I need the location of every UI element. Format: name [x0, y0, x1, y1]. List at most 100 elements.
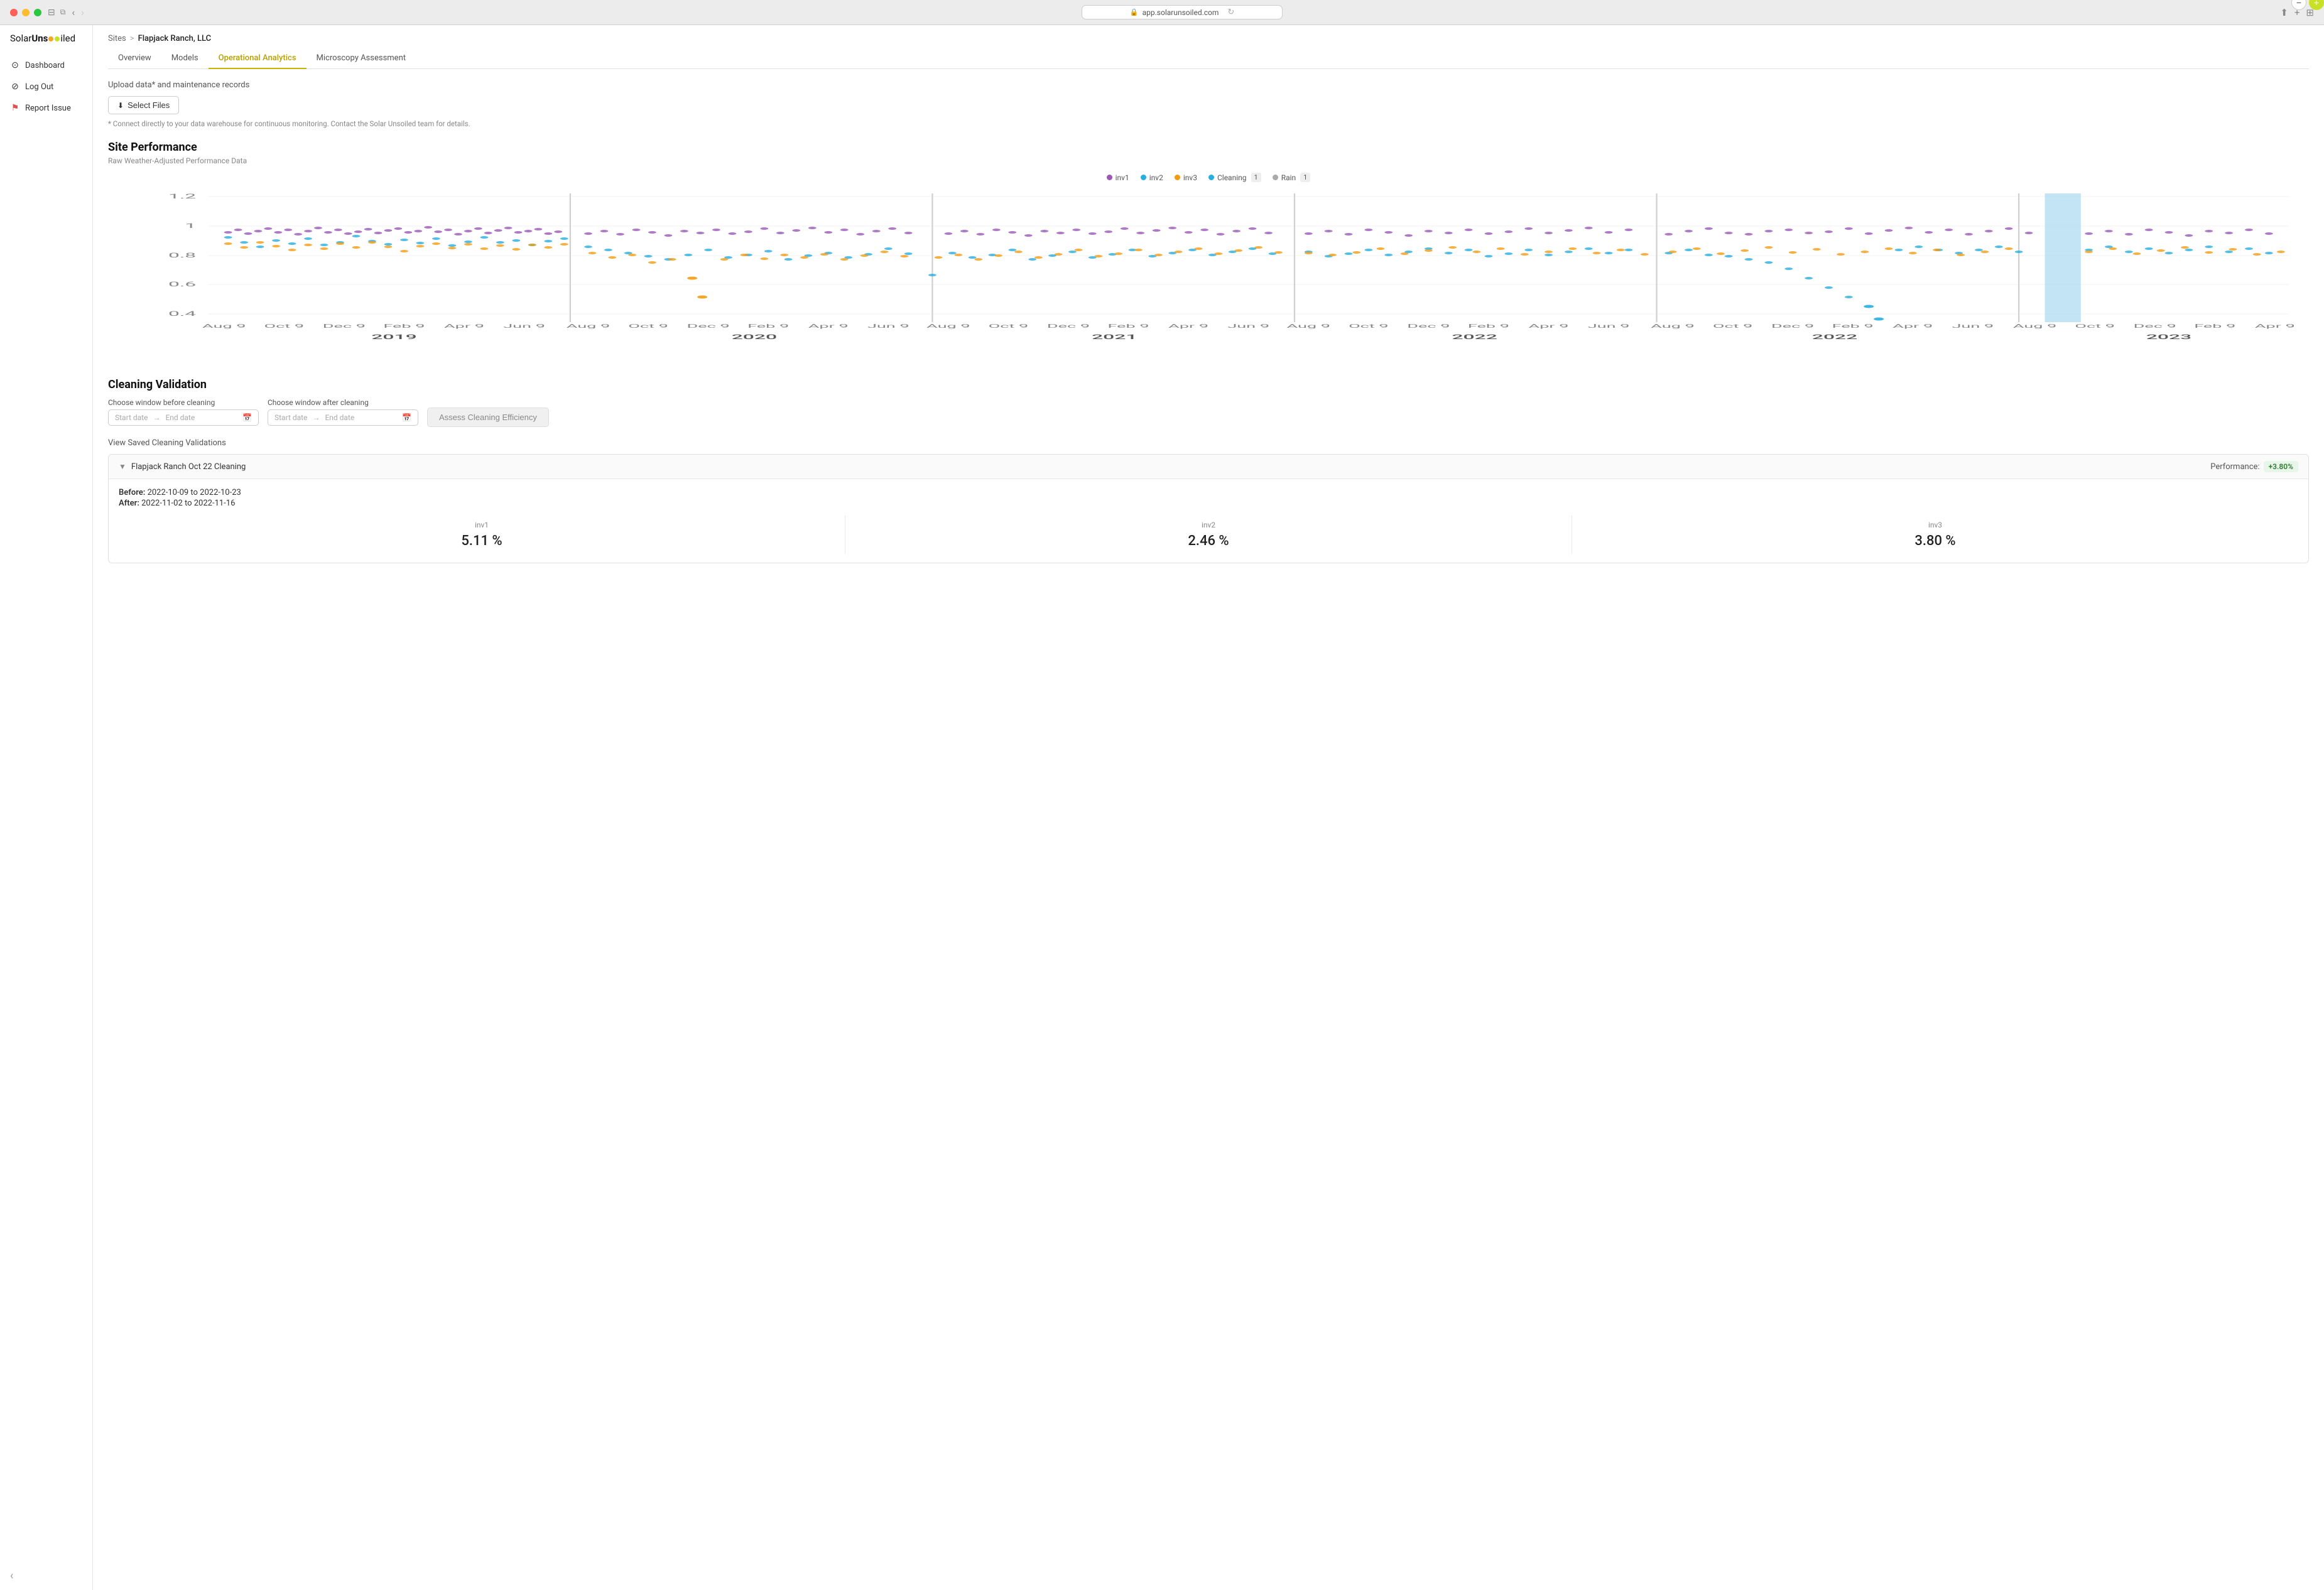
legend-inv3: inv3 — [1175, 173, 1197, 182]
svg-text:Aug 9: Aug 9 — [202, 323, 246, 329]
svg-text:Oct 9: Oct 9 — [628, 323, 668, 329]
maximize-button[interactable] — [34, 9, 41, 16]
before-date-range-row: Before: 2022-10-09 to 2022-10-23 After: … — [119, 488, 2298, 508]
select-files-label: Select Files — [128, 100, 170, 110]
legend-inv1: inv1 — [1107, 173, 1129, 182]
inv2-metric-label: inv2 — [1202, 521, 1215, 529]
svg-text:1: 1 — [185, 222, 196, 230]
reload-icon[interactable]: ↻ — [1227, 8, 1234, 17]
logo: SolarUnsiled — [0, 34, 92, 55]
tab-operational-analytics[interactable]: Operational Analytics — [209, 48, 307, 69]
back-button[interactable]: ‹ — [72, 6, 75, 18]
before-cleaning-group: Choose window before cleaning Start date… — [108, 398, 259, 426]
svg-text:Feb 9: Feb 9 — [2194, 323, 2235, 329]
svg-text:Dec 9: Dec 9 — [2134, 323, 2176, 329]
svg-text:Dec 9: Dec 9 — [1047, 323, 1090, 329]
legend-dot-inv3 — [1175, 175, 1180, 180]
inv-metrics-row: inv1 5.11 % inv2 2.46 % inv3 3.80 % — [119, 516, 2298, 554]
url-container: 🔒 app.solarunsoiled.com ↻ — [90, 5, 2274, 19]
sidebar-collapse-button[interactable]: ‹ — [0, 1562, 92, 1590]
after-calendar-icon[interactable]: 📅 — [402, 413, 411, 422]
svg-text:Apr 9: Apr 9 — [808, 323, 849, 329]
site-performance-section: Site Performance Raw Weather-Adjusted Pe… — [108, 141, 2309, 363]
sidebar-item-dashboard[interactable]: ⊙ Dashboard — [0, 55, 92, 76]
after-date-range-input[interactable]: Start date → End date 📅 — [268, 409, 418, 426]
inv3-metric-label: inv3 — [1928, 521, 1942, 529]
sidebar-item-report-label: Report Issue — [25, 104, 71, 113]
svg-text:Jun 9: Jun 9 — [1588, 323, 1630, 329]
share-icon[interactable]: ⬆ — [2280, 7, 2288, 18]
inv1-metric-label: inv1 — [475, 521, 489, 529]
report-icon: ⚑ — [10, 103, 20, 113]
inv3-metric-value: 3.80 % — [1914, 533, 1955, 549]
before-date-value: 2022-10-09 to 2022-10-23 — [148, 488, 241, 497]
saved-validations-title[interactable]: View Saved Cleaning Validations — [108, 438, 2309, 448]
forward-button: › — [81, 6, 84, 18]
cleaning-validation-title: Cleaning Validation — [108, 378, 2309, 391]
before-calendar-icon[interactable]: 📅 — [242, 413, 252, 422]
validation-card-flapjack: ▼ Flapjack Ranch Oct 22 Cleaning Perform… — [108, 454, 2309, 563]
inv2-metric-col: inv2 2.46 % — [845, 516, 1572, 554]
performance-value: +3.80% — [2264, 461, 2298, 472]
sidebar-item-logout[interactable]: ⊘ Log Out — [0, 76, 92, 97]
logout-icon: ⊘ — [10, 82, 20, 92]
validation-header[interactable]: ▼ Flapjack Ranch Oct 22 Cleaning Perform… — [109, 455, 2308, 479]
x-axis-labels: Aug 9 Oct 9 Dec 9 Feb 9 Apr 9 Jun 9 Aug … — [202, 323, 2295, 329]
legend-inv2: inv2 — [1141, 173, 1163, 182]
upload-section: Upload data* and maintenance records ⬇ S… — [108, 80, 2309, 128]
performance-badge: Performance: +3.80% — [2210, 461, 2298, 472]
tab-microscopy[interactable]: Microscopy Assessment — [307, 48, 416, 69]
breadcrumb-current: Flapjack Ranch, LLC — [138, 34, 212, 43]
inv1-metric-value: 5.11 % — [461, 533, 502, 549]
site-performance-subtitle: Raw Weather-Adjusted Performance Data — [108, 156, 2309, 165]
svg-text:Oct 9: Oct 9 — [264, 323, 305, 329]
breadcrumb-parent[interactable]: Sites — [108, 34, 126, 43]
minimize-button[interactable] — [22, 9, 30, 16]
svg-text:Feb 9: Feb 9 — [1108, 323, 1149, 329]
svg-text:Dec 9: Dec 9 — [1771, 323, 1814, 329]
legend-badge-cleaning: 1 — [1251, 173, 1261, 182]
close-button[interactable] — [10, 9, 18, 16]
window-expand-icon[interactable]: ⧉ — [60, 8, 66, 18]
select-files-button[interactable]: ⬇ Select Files — [108, 96, 179, 114]
assess-btn-label: Assess Cleaning Efficiency — [439, 413, 537, 422]
inv3-metric-col: inv3 3.80 % — [1572, 516, 2298, 554]
svg-text:Apr 9: Apr 9 — [2255, 323, 2295, 329]
expand-chevron-icon: ▼ — [119, 462, 126, 471]
tab-models[interactable]: Models — [161, 48, 209, 69]
after-cleaning-group: Choose window after cleaning Start date … — [268, 398, 418, 426]
svg-text:Oct 9: Oct 9 — [2075, 323, 2115, 329]
after-cleaning-label: Choose window after cleaning — [268, 398, 418, 407]
svg-text:2019: 2019 — [371, 333, 416, 341]
sidebar-item-dashboard-label: Dashboard — [25, 61, 65, 70]
sidebar-item-report[interactable]: ⚑ Report Issue — [0, 97, 92, 119]
window-frame: ⊟ ⧉ ‹ › 🔒 app.solarunsoiled.com ↻ ⬆ + ⊞ … — [0, 0, 2324, 1590]
svg-text:2022: 2022 — [1452, 333, 1497, 341]
traffic-lights — [10, 9, 41, 16]
logo-dot-green — [55, 36, 60, 41]
after-label-bold: After: — [119, 499, 141, 508]
url-bar[interactable]: 🔒 app.solarunsoiled.com ↻ — [1082, 5, 1283, 19]
date-picker-row: Choose window before cleaning Start date… — [108, 396, 2309, 427]
tab-overview[interactable]: Overview — [108, 48, 161, 69]
upload-section-label: Upload data* and maintenance records — [108, 80, 2309, 90]
collapse-icon: ‹ — [10, 1569, 13, 1582]
svg-text:Dec 9: Dec 9 — [1407, 323, 1450, 329]
sidebar-toggle-icon[interactable]: ⊟ — [48, 8, 55, 18]
validation-body: Before: 2022-10-09 to 2022-10-23 After: … — [109, 479, 2308, 563]
svg-text:Apr 9: Apr 9 — [1892, 323, 1933, 329]
svg-text:Dec 9: Dec 9 — [687, 323, 730, 329]
legend-dot-inv1 — [1107, 175, 1112, 180]
upload-icon: ⬇ — [117, 101, 124, 110]
legend-badge-rain: 1 — [1300, 173, 1310, 182]
svg-text:Jun 9: Jun 9 — [1952, 323, 1994, 329]
before-date-range-input[interactable]: Start date → End date 📅 — [108, 409, 259, 426]
main-content: Sites > Flapjack Ranch, LLC Overview Mod… — [93, 25, 2324, 1590]
assess-cleaning-efficiency-button[interactable]: Assess Cleaning Efficiency — [427, 408, 549, 427]
legend-label-inv2: inv2 — [1149, 173, 1163, 182]
chart-legend: inv1 inv2 inv3 Cleaning — [108, 173, 2309, 182]
svg-text:Aug 9: Aug 9 — [1651, 323, 1695, 329]
legend-dot-cleaning — [1208, 175, 1214, 180]
after-end-date: End date — [325, 413, 354, 422]
svg-text:Jun 9: Jun 9 — [503, 323, 545, 329]
